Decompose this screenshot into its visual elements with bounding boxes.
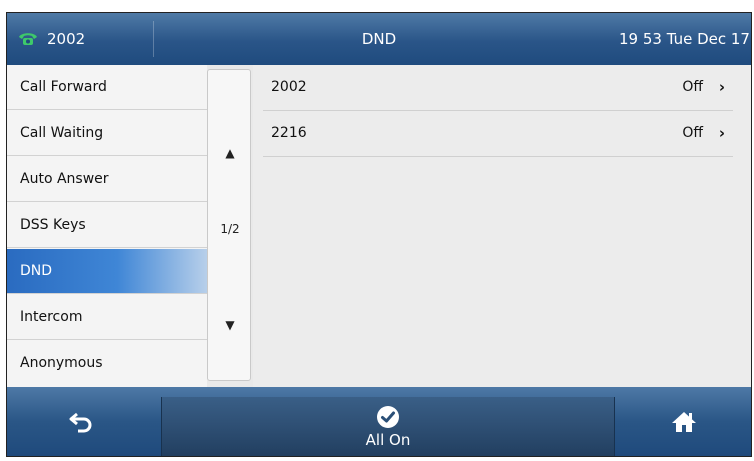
menu-item-intercom[interactable]: Intercom	[7, 295, 207, 340]
scroll-up-icon[interactable]: ▲	[208, 146, 252, 160]
all-on-label: All On	[365, 430, 411, 449]
account-label: 2216	[271, 125, 307, 141]
account-label: 2002	[271, 79, 307, 95]
chevron-right-icon: ›	[718, 124, 725, 142]
all-on-button[interactable]: All On	[161, 397, 615, 456]
menu-item-call-forward[interactable]: Call Forward	[7, 65, 207, 110]
dnd-status: Off	[682, 125, 703, 141]
softkey-bar: All On	[7, 387, 751, 456]
page-indicator: 1/2	[220, 222, 240, 236]
check-circle-icon	[377, 405, 399, 428]
menu-item-call-waiting[interactable]: Call Waiting	[7, 111, 207, 156]
date-time: 19 53 Tue Dec 17	[619, 30, 750, 48]
menu-item-dnd[interactable]: DND	[7, 249, 207, 294]
back-button[interactable]	[7, 387, 155, 456]
menu-item-anonymous[interactable]: Anonymous	[7, 341, 207, 386]
list-item[interactable]: 2002 Off ›	[263, 65, 733, 111]
chevron-right-icon: ›	[718, 78, 725, 96]
list-item[interactable]: 2216 Off ›	[263, 111, 733, 157]
dnd-status: Off	[682, 79, 703, 95]
status-bar: 2002 DND 19 53 Tue Dec 17	[7, 13, 751, 65]
dnd-account-list: 2002 Off › 2216 Off ›	[253, 65, 751, 387]
back-arrow-icon	[69, 412, 92, 432]
feature-menu: Call Forward Call Waiting Auto Answer DS…	[7, 65, 207, 387]
menu-item-dss-keys[interactable]: DSS Keys	[7, 203, 207, 248]
page-scroller: ▲ 1/2 ▼	[207, 69, 251, 381]
menu-item-auto-answer[interactable]: Auto Answer	[7, 157, 207, 202]
phone-screen: 2002 DND 19 53 Tue Dec 17 Call Forward C…	[6, 12, 752, 457]
home-button[interactable]	[617, 387, 751, 456]
home-icon	[672, 411, 696, 432]
scroll-down-icon[interactable]: ▼	[208, 318, 252, 332]
